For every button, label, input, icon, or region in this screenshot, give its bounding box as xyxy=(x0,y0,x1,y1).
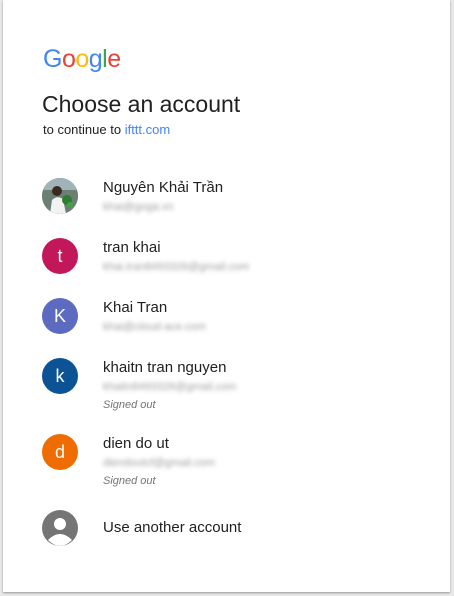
signed-out-label: Signed out xyxy=(103,475,156,487)
account-item[interactable]: t tran khai khai.tran8493326@gmail.com xyxy=(3,230,450,290)
account-name: dien do ut xyxy=(103,435,169,452)
use-another-account-label: Use another account xyxy=(103,519,242,536)
account-item[interactable]: k khaitn tran nguyen khaitn8493326@gmail… xyxy=(3,350,450,426)
logo-letter: G xyxy=(43,45,62,73)
account-item[interactable]: Nguyên Khải Trần khai@goga.vn xyxy=(3,170,450,230)
account-email: khai@cloud-ace.com xyxy=(103,321,206,333)
logo-letter: o xyxy=(61,45,76,73)
account-item[interactable]: K Khai Tran khai@cloud-ace.com xyxy=(3,290,450,350)
subtitle-prefix: to continue to xyxy=(43,122,122,137)
profile-photo-icon xyxy=(42,178,78,214)
avatar: t xyxy=(42,238,78,274)
account-name: Khai Tran xyxy=(103,299,168,316)
google-logo: Google xyxy=(43,44,121,74)
logo-letter: g xyxy=(88,45,103,73)
account-email: khai@goga.vn xyxy=(103,201,174,213)
avatar: K xyxy=(42,298,78,334)
page-title: Choose an account xyxy=(42,91,241,117)
logo-letter: o xyxy=(75,45,89,73)
account-chooser-card: Google Choose an account to continue to … xyxy=(3,0,450,592)
account-circle-icon xyxy=(42,510,78,546)
account-email: diendoutcf@gmail.com xyxy=(103,457,216,469)
account-name: khaitn tran nguyen xyxy=(103,359,227,376)
signed-out-label: Signed out xyxy=(103,399,156,411)
account-email: khaitn8493326@gmail.com xyxy=(103,381,237,393)
page-subtitle: to continue to ifttt.com xyxy=(43,122,170,138)
avatar: k xyxy=(42,358,78,394)
avatar: d xyxy=(42,434,78,470)
account-name: Nguyên Khải Trần xyxy=(103,179,224,196)
account-name: tran khai xyxy=(103,239,161,256)
account-item[interactable]: d dien do ut diendoutcf@gmail.com Signed… xyxy=(3,426,450,502)
use-another-account-button[interactable]: Use another account xyxy=(3,502,450,562)
avatar xyxy=(42,178,78,214)
continue-to-link[interactable]: ifttt.com xyxy=(125,122,171,137)
logo-letter: e xyxy=(107,45,121,73)
account-email: khai.tran8493326@gmail.com xyxy=(103,261,250,273)
account-list: Nguyên Khải Trần khai@goga.vn t tran kha… xyxy=(3,170,450,562)
